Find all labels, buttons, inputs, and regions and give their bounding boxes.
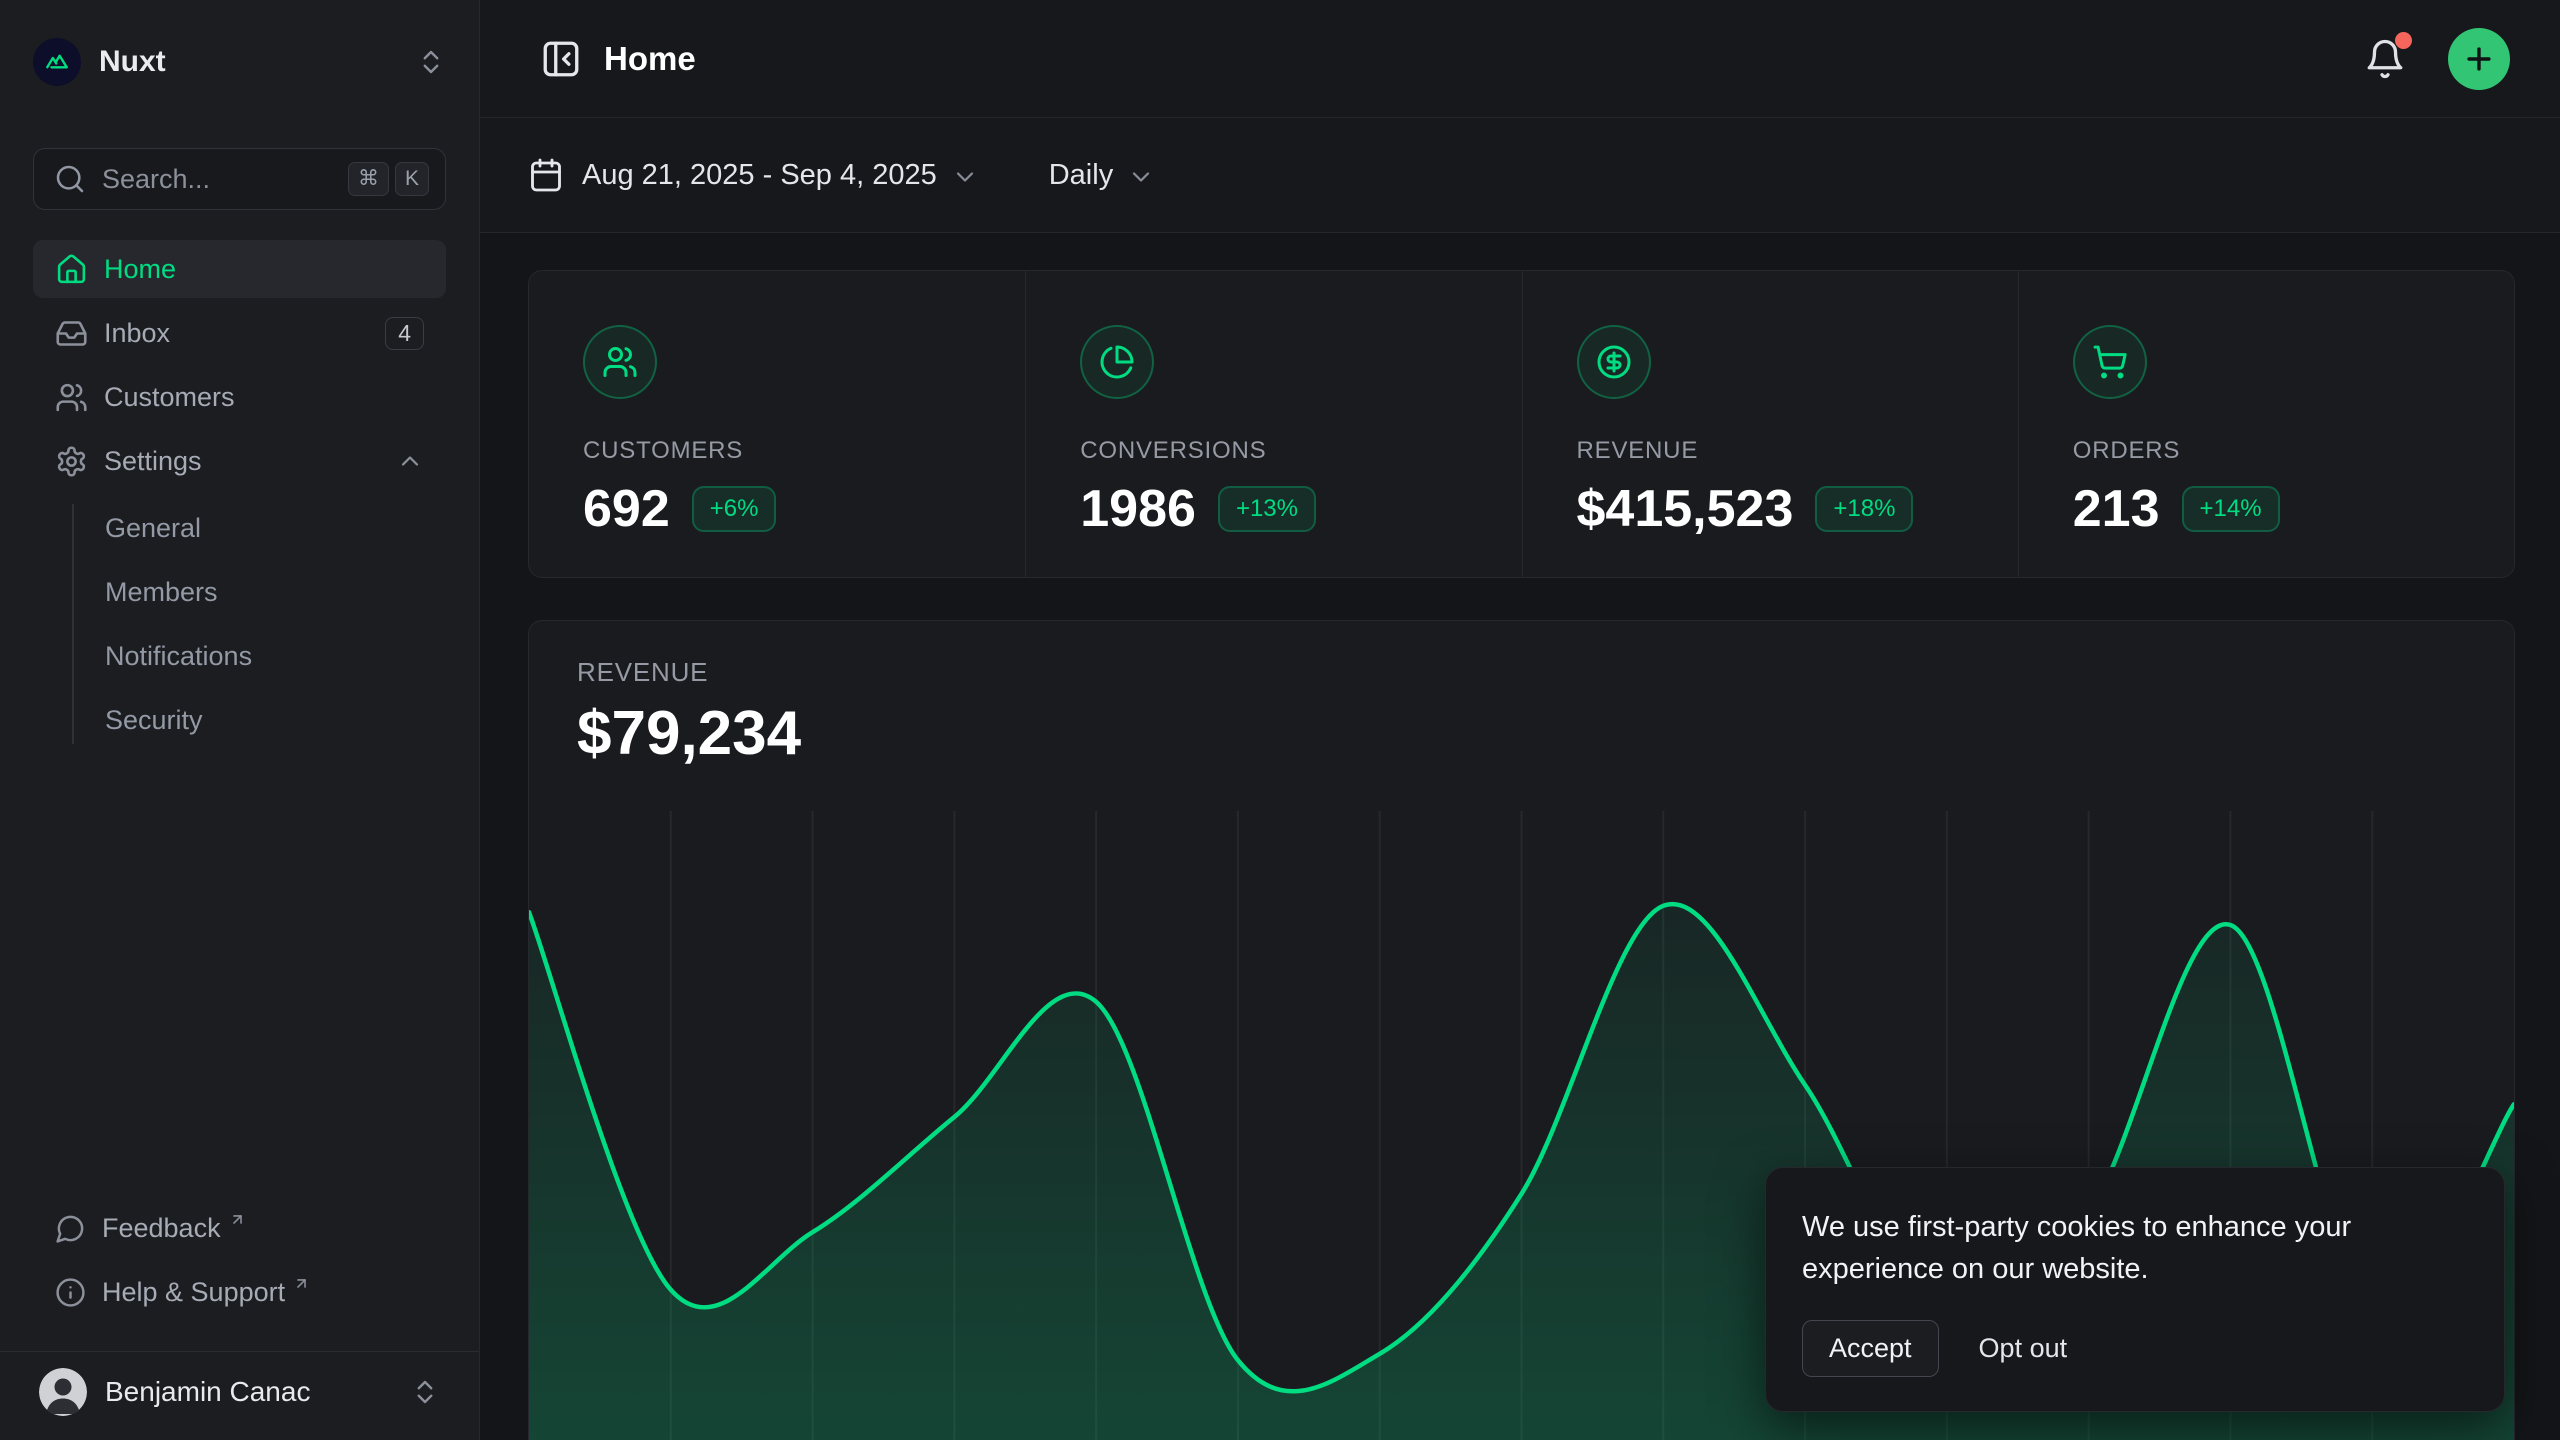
stat-label: CONVERSIONS bbox=[1080, 437, 1481, 465]
chat-bubble-icon bbox=[55, 1213, 86, 1244]
kbd-cmd: ⌘ bbox=[348, 162, 389, 195]
sidebar-item-members[interactable]: Members bbox=[105, 560, 446, 624]
granularity-select[interactable]: Daily bbox=[1049, 159, 1155, 192]
create-button[interactable] bbox=[2448, 28, 2510, 90]
sidebar-item-home[interactable]: Home bbox=[33, 240, 446, 298]
opt-out-button[interactable]: Opt out bbox=[1979, 1333, 2068, 1364]
stat-value: 692 bbox=[583, 479, 670, 539]
stat-change-badge: +13% bbox=[1218, 486, 1316, 532]
date-range-value: Aug 21, 2025 - Sep 4, 2025 bbox=[582, 159, 937, 192]
stat-label: REVENUE bbox=[1577, 437, 1978, 465]
sidebar-spacer bbox=[33, 752, 446, 1199]
revenue-chart-header: REVENUE $79,234 bbox=[529, 621, 2514, 769]
cookie-banner: We use first-party cookies to enhance yo… bbox=[1765, 1167, 2505, 1412]
sidebar-divider bbox=[0, 1351, 479, 1352]
notification-dot bbox=[2395, 32, 2412, 49]
workspace-switcher[interactable]: Nuxt bbox=[33, 30, 446, 94]
gear-icon bbox=[55, 445, 88, 478]
collapse-sidebar-button[interactable] bbox=[532, 30, 590, 88]
sidebar-nav: Home Inbox 4 Customers Settings bbox=[33, 240, 446, 752]
stat-value: 1986 bbox=[1080, 479, 1196, 539]
sidebar-item-label: Feedback bbox=[102, 1213, 221, 1244]
sidebar-item-customers[interactable]: Customers bbox=[33, 368, 446, 426]
stat-change-badge: +6% bbox=[692, 486, 777, 532]
chevron-up-icon bbox=[396, 447, 424, 475]
shopping-cart-icon bbox=[2073, 325, 2147, 399]
page-title: Home bbox=[604, 40, 696, 78]
date-range-picker[interactable]: Aug 21, 2025 - Sep 4, 2025 bbox=[528, 157, 979, 193]
external-link-icon bbox=[293, 1275, 310, 1292]
stats-row: CUSTOMERS 692 +6% CONVERSIONS 1986 +13% bbox=[528, 270, 2515, 578]
sidebar-item-security[interactable]: Security bbox=[105, 688, 446, 752]
kbd-k: K bbox=[395, 162, 429, 195]
info-circle-icon bbox=[55, 1277, 86, 1308]
chevron-down-icon bbox=[951, 163, 979, 191]
sidebar-item-general[interactable]: General bbox=[105, 496, 446, 560]
search-placeholder: Search... bbox=[102, 164, 342, 195]
top-bar: Home bbox=[480, 0, 2560, 118]
external-link-icon bbox=[229, 1211, 246, 1228]
dollar-circle-icon bbox=[1577, 325, 1651, 399]
home-icon bbox=[55, 253, 88, 286]
panel-left-close-icon bbox=[540, 38, 582, 80]
stat-label: CUSTOMERS bbox=[583, 437, 985, 465]
users-icon bbox=[583, 325, 657, 399]
stat-card-revenue[interactable]: REVENUE $415,523 +18% bbox=[1522, 271, 2018, 577]
workspace-name: Nuxt bbox=[99, 45, 416, 79]
sidebar-item-feedback[interactable]: Feedback bbox=[33, 1199, 446, 1257]
settings-subnav: General Members Notifications Security bbox=[33, 496, 446, 752]
stat-value: $415,523 bbox=[1577, 479, 1794, 539]
stat-card-conversions[interactable]: CONVERSIONS 1986 +13% bbox=[1025, 271, 1521, 577]
accept-button[interactable]: Accept bbox=[1802, 1320, 1939, 1377]
users-icon bbox=[55, 381, 88, 414]
sidebar-item-label: Help & Support bbox=[102, 1277, 285, 1308]
granularity-value: Daily bbox=[1049, 159, 1113, 192]
inbox-icon bbox=[55, 317, 88, 350]
chevrons-up-down-icon bbox=[410, 1377, 440, 1407]
notifications-button[interactable] bbox=[2356, 30, 2414, 88]
plus-icon bbox=[2462, 42, 2496, 76]
sidebar-item-inbox[interactable]: Inbox 4 bbox=[33, 304, 446, 362]
stat-card-orders[interactable]: ORDERS 213 +14% bbox=[2018, 271, 2514, 577]
stat-value: 213 bbox=[2073, 479, 2160, 539]
sidebar-item-notifications[interactable]: Notifications bbox=[105, 624, 446, 688]
user-name: Benjamin Canac bbox=[105, 1376, 410, 1408]
revenue-chart-label: REVENUE bbox=[577, 657, 2466, 688]
calendar-icon bbox=[528, 157, 564, 193]
filter-bar: Aug 21, 2025 - Sep 4, 2025 Daily bbox=[480, 118, 2560, 233]
sidebar-item-label: Customers bbox=[104, 382, 424, 413]
chevron-down-icon bbox=[1127, 163, 1155, 191]
sidebar-item-settings[interactable]: Settings bbox=[33, 432, 446, 490]
stat-change-badge: +14% bbox=[2182, 486, 2280, 532]
cookie-message: We use first-party cookies to enhance yo… bbox=[1802, 1206, 2422, 1290]
stat-label: ORDERS bbox=[2073, 437, 2474, 465]
sidebar-item-help-support[interactable]: Help & Support bbox=[33, 1263, 446, 1321]
cookie-actions: Accept Opt out bbox=[1802, 1320, 2468, 1377]
chevrons-up-down-icon bbox=[416, 47, 446, 77]
search-input[interactable]: Search... ⌘ K bbox=[33, 148, 446, 210]
sidebar-footer-nav: Feedback Help & Support bbox=[33, 1199, 446, 1327]
sidebar-item-label: Home bbox=[104, 254, 424, 285]
stat-change-badge: +18% bbox=[1815, 486, 1913, 532]
revenue-chart-value: $79,234 bbox=[577, 698, 2466, 769]
avatar bbox=[39, 1368, 87, 1416]
nuxt-logo-icon bbox=[33, 38, 81, 86]
user-menu[interactable]: Benjamin Canac bbox=[33, 1360, 446, 1424]
stat-card-customers[interactable]: CUSTOMERS 692 +6% bbox=[529, 271, 1025, 577]
inbox-count-badge: 4 bbox=[385, 317, 424, 350]
sidebar: Nuxt Search... ⌘ K Home bbox=[0, 0, 480, 1440]
sidebar-item-label: Settings bbox=[104, 446, 396, 477]
search-icon bbox=[54, 163, 86, 195]
pie-chart-icon bbox=[1080, 325, 1154, 399]
dashboard-app: Nuxt Search... ⌘ K Home bbox=[0, 0, 2560, 1440]
sidebar-item-label: Inbox bbox=[104, 318, 385, 349]
